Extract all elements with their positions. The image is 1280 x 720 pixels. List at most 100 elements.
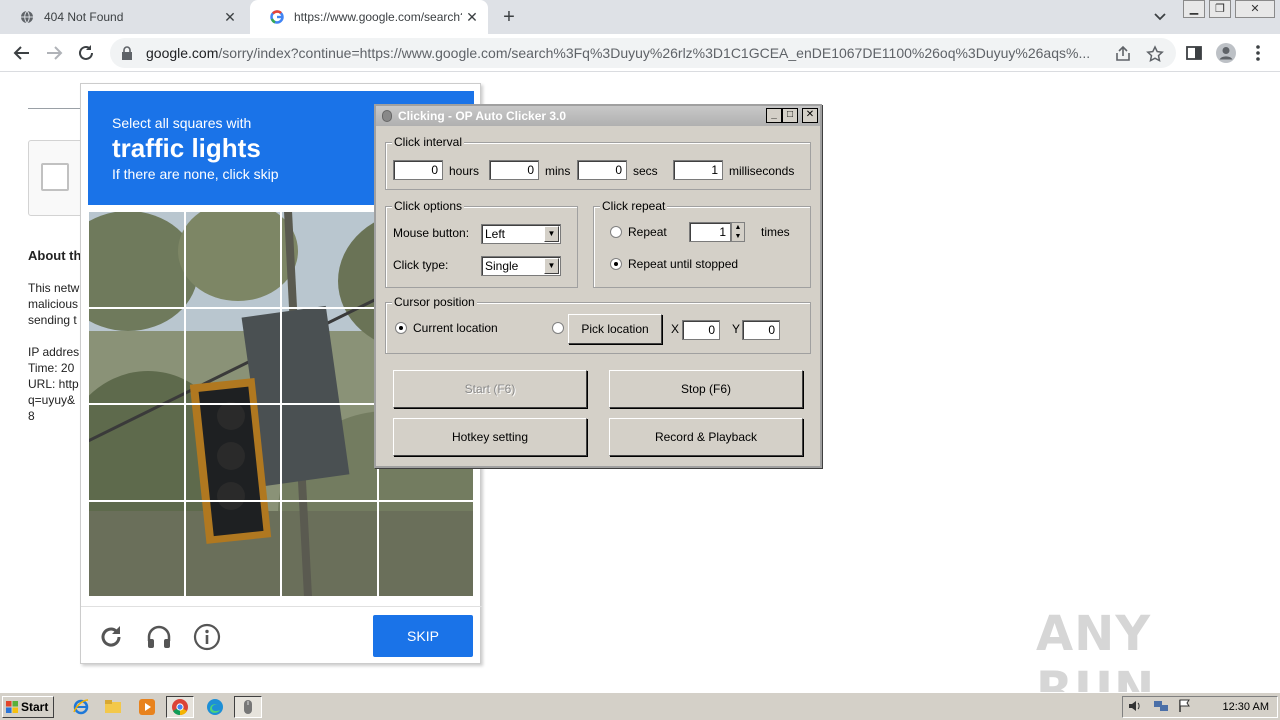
y-label: Y [732,322,741,336]
mouse-button-value: Left [485,227,506,241]
side-panel-icon[interactable] [1182,41,1206,65]
info-line: 8 [28,409,35,423]
captcha-tile[interactable] [88,211,185,308]
forward-icon[interactable] [42,41,66,65]
spinner-icon[interactable]: ▲ ▼ [731,222,745,242]
clock: 12:30 AM [1222,701,1269,713]
dropdown-arrow-icon[interactable]: ▼ [544,226,559,242]
hours-input[interactable]: 0 [393,160,443,180]
pick-location-button[interactable]: Pick location [568,314,662,344]
share-icon[interactable] [1114,45,1132,63]
info-line: URL: http [28,377,79,391]
taskbar: Start 12:30 AM [0,692,1280,720]
milliseconds-input[interactable]: 1 [673,160,723,180]
captcha-tile[interactable] [88,500,185,597]
internet-explorer-icon[interactable] [72,698,90,716]
divider [28,108,80,109]
start-button[interactable]: Start (F6) [393,370,587,408]
chrome-icon [172,699,188,716]
lock-icon[interactable] [120,46,134,60]
click-type-select[interactable]: Single ▼ [481,256,561,276]
recaptcha-checkbox[interactable] [41,163,69,191]
cursor-position-group: Cursor position Current location Pick lo… [385,295,811,354]
close-tab-icon[interactable]: ✕ [220,9,240,26]
dropdown-arrow-icon[interactable]: ▼ [544,258,559,274]
x-coordinate-input[interactable]: 0 [682,320,720,340]
repeat-radio[interactable] [610,226,622,238]
windows-flag-icon [6,701,18,713]
bookmark-star-icon[interactable] [1146,45,1164,63]
current-location-radio[interactable] [395,322,407,334]
tab-strip: 404 Not Found ✕ https://www.google.com/s… [0,0,1280,34]
info-icon[interactable] [193,623,221,651]
record-playback-button[interactable]: Record & Playback [609,418,803,456]
repeat-until-stopped-label: Repeat until stopped [628,257,739,271]
captcha-tile[interactable] [184,500,281,597]
stop-button[interactable]: Stop (F6) [609,370,803,408]
back-icon[interactable] [10,41,34,65]
close-window-icon[interactable]: ✕ [1235,0,1275,18]
edge-icon[interactable] [206,698,224,716]
click-interval-group: Click interval 0 hours 0 mins 0 secs 1 m… [385,135,811,190]
hours-label: hours [449,164,480,178]
speaker-icon[interactable] [1127,698,1143,714]
captcha-tile[interactable] [281,500,378,597]
click-type-value: Single [485,259,519,273]
hotkey-setting-button[interactable]: Hotkey setting [393,418,587,456]
window-titlebar[interactable]: Clicking - OP Auto Clicker 3.0 _ □ ✕ [376,106,820,126]
start-button[interactable]: Start [2,696,54,718]
info-line: IP addres [28,345,80,359]
captcha-tile[interactable] [184,307,281,404]
captcha-tile[interactable] [281,404,378,501]
mouse-button-select[interactable]: Left ▼ [481,224,561,244]
captcha-footer: SKIP [81,606,482,664]
captcha-tile[interactable] [88,307,185,404]
media-player-icon[interactable] [138,698,156,716]
repeat-label: Repeat [628,225,667,239]
captcha-tile[interactable] [88,404,185,501]
pick-location-radio[interactable] [552,322,564,334]
address-bar[interactable]: google.com/sorry/index?continue=https://… [110,38,1176,68]
restore-icon[interactable]: ❐ [1209,0,1231,18]
close-icon[interactable]: ✕ [802,108,818,123]
maximize-icon[interactable]: □ [782,108,798,123]
reload-challenge-icon[interactable] [97,623,125,651]
browser-toolbar: google.com/sorry/index?continue=https://… [0,34,1280,72]
reload-icon[interactable] [74,41,98,65]
chevron-down-icon[interactable] [1150,8,1170,26]
y-coordinate-input[interactable]: 0 [742,320,780,340]
headphones-icon[interactable] [145,623,173,651]
info-line: q=uyuy& [28,393,76,407]
mins-input[interactable]: 0 [489,160,539,180]
secs-input[interactable]: 0 [577,160,627,180]
minimize-icon[interactable]: _ [766,108,782,123]
captcha-tile[interactable] [184,211,281,308]
skip-button[interactable]: SKIP [373,615,473,657]
tab-404[interactable]: 404 Not Found ✕ [0,0,246,34]
new-tab-button[interactable]: + [498,6,520,28]
auto-clicker-window: Clicking - OP Auto Clicker 3.0 _ □ ✕ Cli… [374,104,822,468]
auto-clicker-taskbar-button[interactable] [234,696,262,718]
url-host: google.com [146,45,219,61]
network-icon[interactable] [1153,698,1169,714]
system-tray: 12:30 AM [1122,696,1278,718]
action-center-flag-icon[interactable] [1177,698,1193,714]
repeat-count-input[interactable]: 1 [689,222,731,242]
repeat-until-stopped-radio[interactable] [610,258,622,270]
captcha-tile[interactable] [281,307,378,404]
chrome-taskbar-button[interactable] [166,696,194,718]
mouse-icon [382,110,392,122]
kebab-menu-icon[interactable] [1246,41,1270,65]
close-tab-icon[interactable]: ✕ [462,9,482,26]
window-title: Clicking - OP Auto Clicker 3.0 [398,109,567,123]
folder-icon[interactable] [104,698,122,716]
captcha-tile[interactable] [377,500,474,597]
minimize-icon[interactable]: ▁ [1183,0,1205,18]
para-line: malicious [28,297,79,311]
profile-avatar-icon[interactable] [1214,41,1238,65]
captcha-tile[interactable] [281,211,378,308]
group-label: Click interval [392,135,465,149]
tab-google-search[interactable]: https://www.google.com/search?q= ✕ [250,0,488,34]
group-label: Cursor position [392,295,477,309]
captcha-tile[interactable] [184,404,281,501]
